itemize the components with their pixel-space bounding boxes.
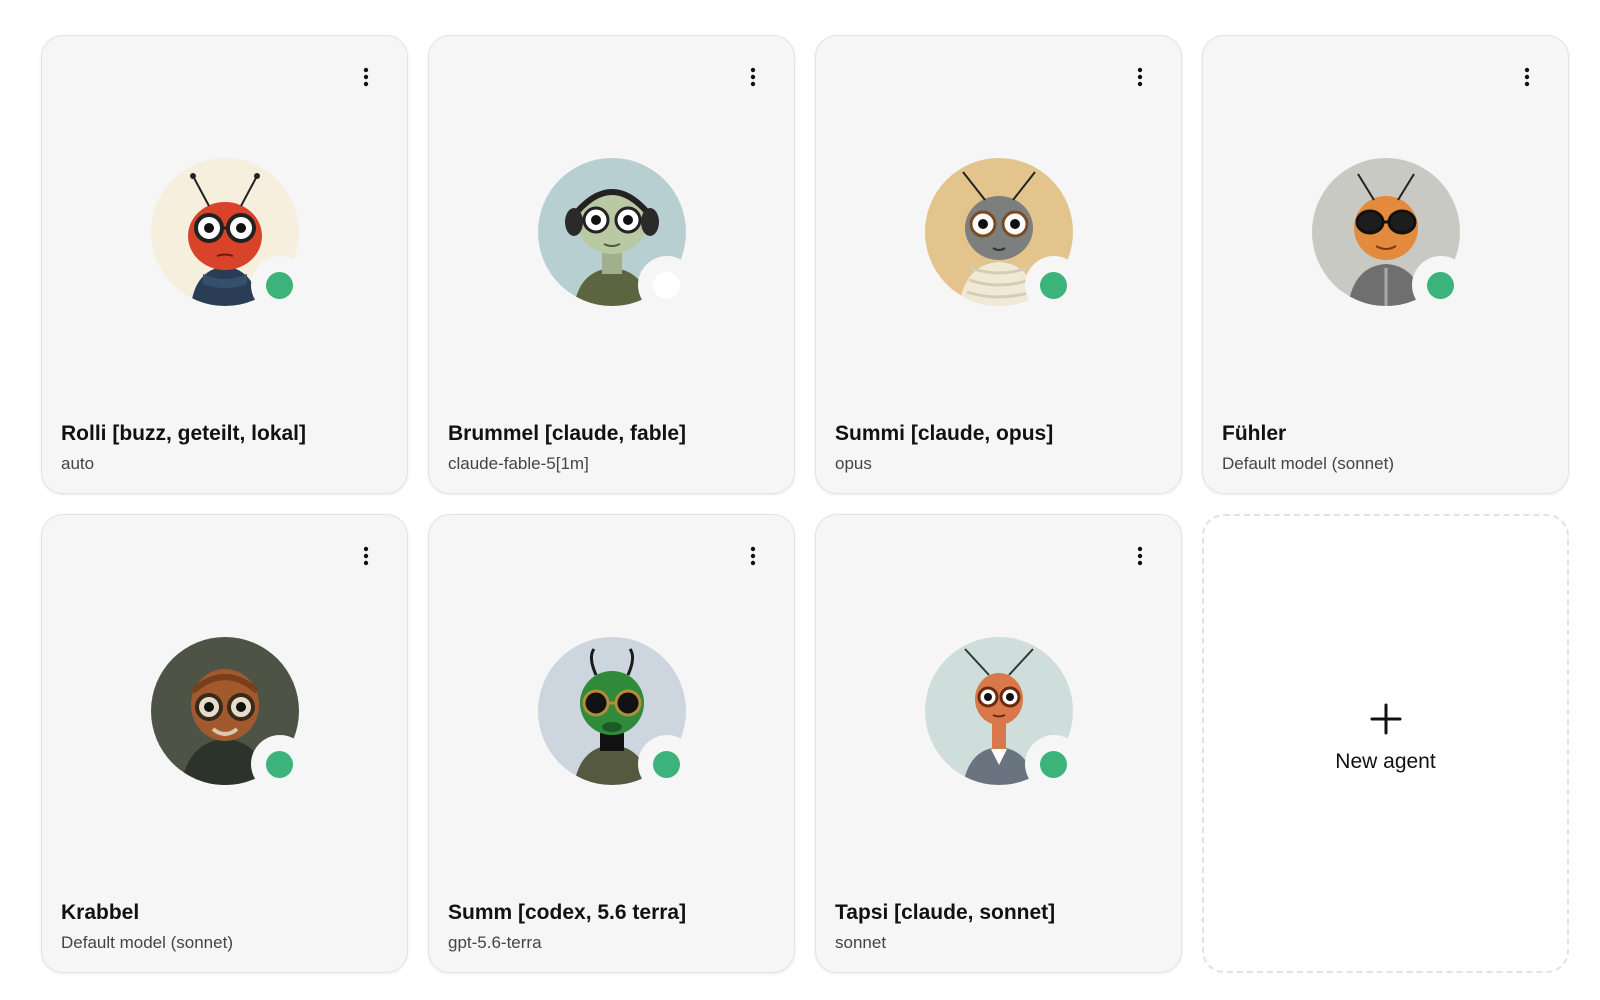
avatar bbox=[1311, 158, 1470, 314]
more-options-button[interactable] bbox=[1512, 62, 1542, 92]
status-dot bbox=[1040, 750, 1067, 778]
more-options-button[interactable] bbox=[738, 62, 768, 92]
status-indicator bbox=[250, 735, 309, 793]
agent-model: opus bbox=[835, 454, 872, 473]
agent-name: Summi [claude, opus] bbox=[835, 422, 1054, 445]
agent-card[interactable]: Brummel [claude, fable] claude-fable-5[1… bbox=[428, 35, 795, 494]
avatar bbox=[150, 637, 309, 793]
more-options-button[interactable] bbox=[1125, 62, 1155, 92]
agent-grid: Rolli [buzz, geteilt, lokal] auto Brumme… bbox=[41, 35, 1569, 973]
more-vertical-icon bbox=[363, 546, 369, 566]
more-vertical-icon bbox=[750, 546, 756, 566]
agent-name: Tapsi [claude, sonnet] bbox=[835, 901, 1056, 924]
status-dot bbox=[653, 271, 680, 299]
agent-card[interactable]: Fühler Default model (sonnet) bbox=[1202, 35, 1569, 494]
more-vertical-icon bbox=[750, 67, 756, 87]
more-options-button[interactable] bbox=[1125, 541, 1155, 571]
agent-name: Summ [codex, 5.6 terra] bbox=[448, 901, 687, 924]
agent-model: Default model (sonnet) bbox=[61, 933, 233, 952]
agent-name: Krabbel bbox=[61, 901, 140, 924]
status-indicator bbox=[637, 256, 696, 314]
status-indicator bbox=[1024, 735, 1083, 793]
avatar bbox=[924, 158, 1083, 314]
status-dot bbox=[1040, 271, 1067, 299]
status-dot bbox=[266, 271, 293, 299]
status-indicator bbox=[1024, 256, 1083, 314]
new-agent-label: New agent bbox=[1335, 749, 1436, 773]
status-indicator bbox=[637, 735, 696, 793]
agent-model: gpt-5.6-terra bbox=[448, 933, 542, 952]
agent-model: sonnet bbox=[835, 933, 887, 952]
more-options-button[interactable] bbox=[351, 62, 381, 92]
agent-name: Brummel [claude, fable] bbox=[448, 422, 687, 445]
avatar bbox=[924, 637, 1083, 793]
agent-card[interactable]: Krabbel Default model (sonnet) bbox=[41, 514, 408, 973]
more-vertical-icon bbox=[1524, 67, 1530, 87]
more-options-button[interactable] bbox=[738, 541, 768, 571]
agent-card[interactable]: Tapsi [claude, sonnet] sonnet bbox=[815, 514, 1182, 973]
avatar bbox=[537, 637, 696, 793]
agent-card[interactable]: Rolli [buzz, geteilt, lokal] auto bbox=[41, 35, 408, 494]
new-agent-button[interactable]: New agent bbox=[1202, 514, 1569, 973]
avatar bbox=[537, 158, 696, 314]
status-indicator bbox=[1411, 256, 1470, 314]
avatar bbox=[150, 158, 309, 314]
more-vertical-icon bbox=[1137, 546, 1143, 566]
agent-model: Default model (sonnet) bbox=[1222, 454, 1394, 473]
agent-card[interactable]: Summi [claude, opus] opus bbox=[815, 35, 1182, 494]
status-dot bbox=[266, 750, 293, 778]
more-vertical-icon bbox=[1137, 67, 1143, 87]
status-indicator bbox=[250, 256, 309, 314]
agent-model: auto bbox=[61, 454, 95, 473]
status-dot bbox=[653, 750, 680, 778]
plus-icon bbox=[1370, 703, 1401, 734]
agent-card[interactable]: Summ [codex, 5.6 terra] gpt-5.6-terra bbox=[428, 514, 795, 973]
more-vertical-icon bbox=[363, 67, 369, 87]
agent-name: Rolli [buzz, geteilt, lokal] bbox=[61, 422, 307, 445]
agent-model: claude-fable-5[1m] bbox=[448, 454, 589, 473]
status-dot bbox=[1427, 271, 1454, 299]
more-options-button[interactable] bbox=[351, 541, 381, 571]
agent-name: Fühler bbox=[1222, 422, 1287, 445]
